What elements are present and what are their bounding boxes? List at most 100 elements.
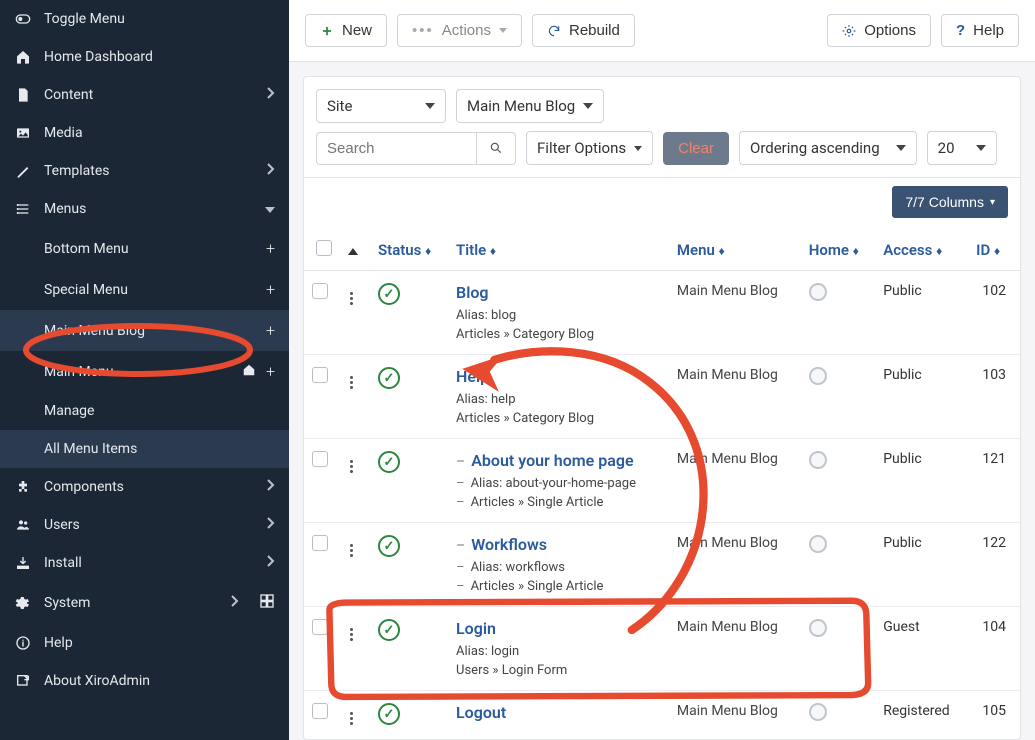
row-id: 102 bbox=[968, 271, 1020, 355]
row-menu: Main Menu Blog bbox=[669, 523, 801, 607]
row-checkbox[interactable] bbox=[312, 283, 328, 299]
row-alias: –Alias: about-your-home-page bbox=[456, 476, 661, 491]
home-toggle[interactable] bbox=[809, 535, 827, 553]
sidebar-item-main-menu-blog[interactable]: Main Menu Blog + bbox=[0, 310, 289, 351]
home-header[interactable]: Home ♦ bbox=[801, 230, 875, 271]
menu-header[interactable]: Menu ♦ bbox=[669, 230, 801, 271]
row-id: 121 bbox=[968, 439, 1020, 523]
help-button[interactable]: ? Help bbox=[941, 14, 1019, 47]
options-button[interactable]: Options bbox=[827, 14, 931, 47]
search-box bbox=[316, 132, 516, 165]
row-title-link[interactable]: Help bbox=[456, 367, 489, 386]
status-header[interactable]: Status ♦ bbox=[370, 230, 448, 271]
sidebar-templates[interactable]: Templates bbox=[0, 152, 289, 190]
row-menu: Main Menu Blog bbox=[669, 355, 801, 439]
sidebar-item-main-menu[interactable]: Main Menu + bbox=[0, 351, 289, 392]
sidebar-media[interactable]: Media bbox=[0, 114, 289, 152]
home-toggle[interactable] bbox=[809, 451, 827, 469]
sidebar-users[interactable]: Users bbox=[0, 506, 289, 544]
row-path: Users » Login Form bbox=[456, 663, 661, 678]
plus-icon[interactable]: + bbox=[266, 280, 275, 299]
ordering-select[interactable]: Ordering ascending bbox=[739, 131, 917, 165]
status-published-icon[interactable] bbox=[378, 367, 400, 389]
toggle-icon bbox=[14, 11, 32, 27]
sidebar-item-label: Main Menu bbox=[44, 364, 232, 380]
menu-items-table: Status ♦ Title ♦ Menu ♦ Home ♦ Access ♦ … bbox=[304, 230, 1020, 739]
row-title-link[interactable]: Workflows bbox=[471, 535, 547, 554]
filter-options-button[interactable]: Filter Options bbox=[526, 131, 653, 165]
row-actions[interactable] bbox=[348, 458, 355, 475]
row-actions[interactable] bbox=[348, 374, 355, 391]
row-checkbox[interactable] bbox=[312, 367, 328, 383]
rebuild-button[interactable]: Rebuild bbox=[532, 14, 635, 47]
sidebar-toggle-menu[interactable]: Toggle Menu bbox=[0, 0, 289, 38]
sidebar-home-dashboard[interactable]: Home Dashboard bbox=[0, 38, 289, 76]
row-checkbox[interactable] bbox=[312, 535, 328, 551]
sidebar-install-label: Install bbox=[44, 555, 255, 571]
clear-button[interactable]: Clear bbox=[663, 132, 729, 165]
plus-icon[interactable]: + bbox=[266, 362, 275, 381]
row-actions[interactable] bbox=[348, 626, 355, 643]
home-toggle[interactable] bbox=[809, 619, 827, 637]
menu-select[interactable]: Main Menu Blog bbox=[456, 89, 604, 123]
status-published-icon[interactable] bbox=[378, 451, 400, 473]
sidebar-menus[interactable]: Menus bbox=[0, 190, 289, 228]
sidebar-item-all-menu-items[interactable]: All Menu Items bbox=[0, 430, 289, 468]
row-checkbox[interactable] bbox=[312, 619, 328, 635]
row-title-link[interactable]: Blog bbox=[456, 283, 488, 302]
status-published-icon[interactable] bbox=[378, 703, 400, 725]
sidebar-help[interactable]: i Help bbox=[0, 624, 289, 662]
row-access: Public bbox=[875, 523, 968, 607]
row-access: Public bbox=[875, 355, 968, 439]
columns-button[interactable]: 7/7 Columns ▾ bbox=[892, 186, 1008, 218]
actions-button[interactable]: ••• Actions bbox=[397, 14, 522, 47]
toolbar: New ••• Actions Rebuild Options ? Help bbox=[289, 0, 1035, 62]
new-label: New bbox=[342, 22, 372, 39]
row-title-link[interactable]: About your home page bbox=[471, 451, 633, 470]
plus-icon[interactable]: + bbox=[266, 239, 275, 258]
sidebar-item-manage[interactable]: Manage bbox=[0, 392, 289, 430]
sidebar-install[interactable]: Install bbox=[0, 544, 289, 582]
row-menu: Main Menu Blog bbox=[669, 439, 801, 523]
new-button[interactable]: New bbox=[305, 14, 387, 47]
row-title-link[interactable]: Logout bbox=[456, 703, 506, 722]
sidebar-content[interactable]: Content bbox=[0, 76, 289, 114]
sidebar-item-special-menu[interactable]: Special Menu + bbox=[0, 269, 289, 310]
sidebar-item-bottom-menu[interactable]: Bottom Menu + bbox=[0, 228, 289, 269]
ellipsis-icon: ••• bbox=[412, 22, 434, 39]
row-actions[interactable] bbox=[348, 290, 355, 307]
question-icon: ? bbox=[956, 22, 965, 39]
row-title-link[interactable]: Login bbox=[456, 619, 496, 638]
row-actions[interactable] bbox=[348, 542, 355, 559]
row-id: 103 bbox=[968, 355, 1020, 439]
sidebar-about[interactable]: About XiroAdmin bbox=[0, 662, 289, 700]
id-header[interactable]: ID ♦ bbox=[968, 230, 1020, 271]
sidebar-components[interactable]: Components bbox=[0, 468, 289, 506]
chevron-right-icon bbox=[231, 595, 239, 611]
row-checkbox[interactable] bbox=[312, 703, 328, 719]
status-published-icon[interactable] bbox=[378, 283, 400, 305]
row-checkbox[interactable] bbox=[312, 451, 328, 467]
row-menu: Main Menu Blog bbox=[669, 691, 801, 740]
access-header[interactable]: Access ♦ bbox=[875, 230, 968, 271]
home-toggle[interactable] bbox=[809, 367, 827, 385]
row-actions[interactable] bbox=[348, 710, 355, 727]
search-button[interactable] bbox=[476, 132, 516, 165]
select-all-checkbox[interactable] bbox=[316, 240, 332, 256]
menus-icon bbox=[14, 201, 32, 217]
filter-options-label: Filter Options bbox=[537, 139, 626, 157]
site-select[interactable]: Site bbox=[316, 89, 446, 123]
status-published-icon[interactable] bbox=[378, 535, 400, 557]
limit-select[interactable]: 20 bbox=[927, 131, 997, 165]
title-header[interactable]: Title ♦ bbox=[448, 230, 669, 271]
plus-icon[interactable]: + bbox=[266, 321, 275, 340]
status-published-icon[interactable] bbox=[378, 619, 400, 641]
home-toggle[interactable] bbox=[809, 283, 827, 301]
home-toggle[interactable] bbox=[809, 703, 827, 721]
sort-order-icon[interactable] bbox=[348, 248, 358, 255]
chevron-down-icon bbox=[976, 145, 986, 151]
sidebar-system-label: System bbox=[44, 595, 219, 611]
grid-icon[interactable] bbox=[259, 593, 275, 613]
search-input[interactable] bbox=[316, 132, 476, 165]
sidebar-system[interactable]: System bbox=[0, 582, 289, 624]
